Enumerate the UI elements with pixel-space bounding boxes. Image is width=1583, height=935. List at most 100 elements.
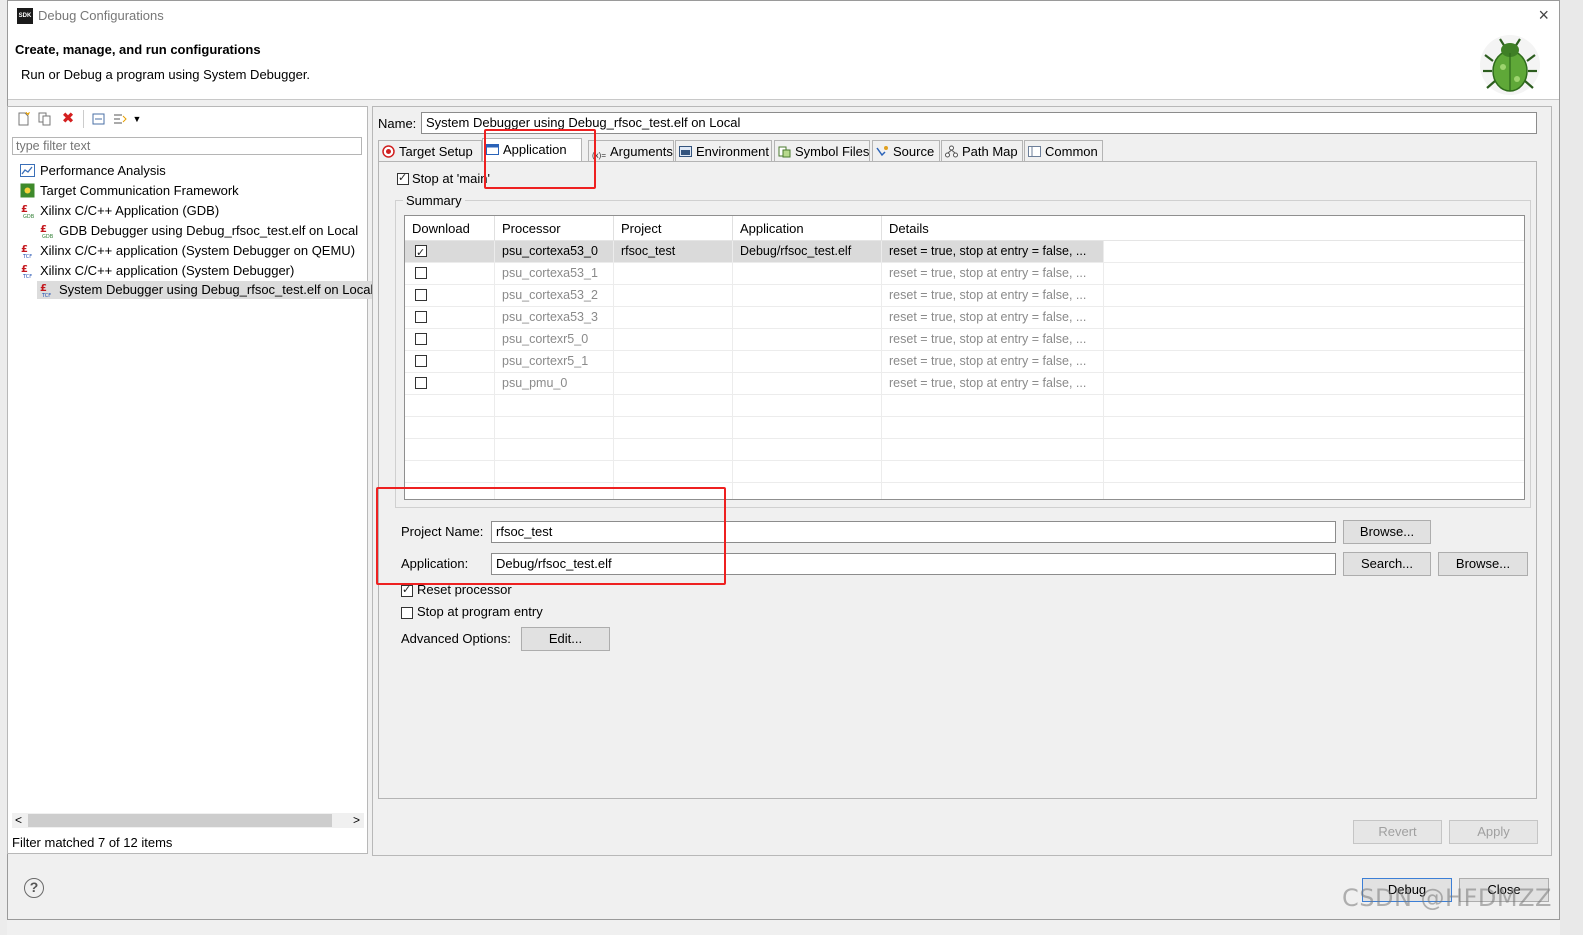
processor-cell: psu_cortexr5_0 — [495, 329, 614, 350]
empty-cell — [405, 461, 495, 482]
toolbar-separator — [83, 110, 84, 128]
background-strip-left — [0, 0, 7, 935]
tree-item-xilinx-qemu[interactable]: £ TCF Xilinx C/C++ application (System Deb… — [20, 242, 355, 260]
details-cell: reset = true, stop at entry = false, ... — [882, 263, 1104, 284]
download-cell — [405, 307, 495, 328]
header-description: Run or Debug a program using System Debu… — [21, 67, 311, 82]
tab-target-setup[interactable]: Target Setup — [378, 140, 482, 161]
filter-dropdown-icon[interactable]: ▼ — [130, 112, 144, 126]
tree-item-performance-analysis[interactable]: Performance Analysis — [20, 162, 166, 180]
table-row[interactable]: psu_cortexa53_2 reset = true, stop at ent… — [405, 285, 1524, 307]
highlight-application-tab — [484, 129, 596, 189]
table-row[interactable]: psu_cortexr5_0 reset = true, stop at entr… — [405, 329, 1524, 351]
filter-status: Filter matched 7 of 12 items — [12, 835, 173, 850]
edit-advanced-button[interactable]: Edit... — [521, 627, 610, 651]
download-checkbox[interactable] — [415, 243, 427, 262]
empty-cell — [495, 461, 614, 482]
table-row[interactable]: psu_cortexa53_3 reset = true, stop at ent… — [405, 307, 1524, 329]
filter-input[interactable] — [12, 137, 362, 155]
project-cell: rfsoc_test — [614, 241, 733, 262]
column-header-processor[interactable]: Processor — [495, 216, 614, 241]
browse-application-button[interactable]: Browse... — [1438, 552, 1528, 576]
collapse-all-icon[interactable] — [92, 112, 106, 126]
revert-button[interactable]: Revert — [1353, 820, 1442, 844]
tab-symbol-files[interactable]: Symbol Files — [774, 140, 870, 161]
stop-at-main-label: Stop at 'main' — [412, 171, 490, 186]
download-checkbox[interactable] — [415, 333, 427, 345]
highlight-project-application-fields — [376, 487, 726, 585]
tab-path-map[interactable]: Path Map — [941, 140, 1023, 161]
empty-cell — [405, 417, 495, 438]
svg-text:TCF: TCF — [22, 254, 32, 258]
search-application-button[interactable]: Search... — [1343, 552, 1431, 576]
download-checkbox[interactable] — [415, 355, 427, 367]
delete-configuration-icon[interactable]: ✖ — [61, 111, 75, 126]
tab-arguments[interactable]: (x)= Arguments — [588, 140, 674, 161]
table-row — [405, 395, 1524, 417]
download-cell — [405, 373, 495, 394]
tab-environment[interactable]: Environment — [675, 140, 772, 161]
tree-item-label: Xilinx C/C++ application (System Debugge… — [40, 263, 295, 278]
duplicate-configuration-icon[interactable] — [38, 112, 52, 126]
empty-cell — [882, 483, 1104, 499]
tree-item-gdb-debugger-local[interactable]: £ GDB GDB Debugger using Debug_rfsoc_test.… — [39, 222, 358, 240]
xilinx-gdb-icon: £ GDB — [20, 203, 35, 220]
background-strip-right — [1560, 0, 1583, 935]
project-cell — [614, 329, 733, 350]
download-checkbox[interactable] — [415, 311, 427, 323]
table-row[interactable]: psu_cortexa53_0rfsoc_testDebug/rfsoc_tes… — [405, 241, 1524, 263]
empty-cell — [495, 417, 614, 438]
empty-cell — [614, 461, 733, 482]
scrollbar-thumb[interactable] — [28, 814, 332, 827]
details-cell: reset = true, stop at entry = false, ... — [882, 351, 1104, 372]
title-bar: SDK Debug Configurations × — [8, 1, 1559, 31]
stop-at-main-checkbox[interactable] — [397, 171, 409, 185]
download-checkbox[interactable] — [415, 289, 427, 301]
column-header-details[interactable]: Details — [882, 216, 1524, 241]
tab-common[interactable]: Common — [1024, 140, 1103, 161]
column-header-project[interactable]: Project — [614, 216, 733, 241]
table-row[interactable]: psu_cortexr5_1 reset = true, stop at entr… — [405, 351, 1524, 373]
empty-cell — [495, 439, 614, 460]
column-header-download[interactable]: Download — [405, 216, 495, 241]
processor-cell: psu_cortexa53_1 — [495, 263, 614, 284]
svg-text:TCF: TCF — [41, 293, 51, 297]
reset-processor-checkbox[interactable] — [401, 583, 413, 597]
tree-item-xilinx-system-debugger[interactable]: £ TCF Xilinx C/C++ application (System Deb… — [20, 262, 294, 280]
download-checkbox[interactable] — [415, 377, 427, 389]
environment-icon — [679, 143, 692, 157]
details-cell: reset = true, stop at entry = false, ... — [882, 307, 1104, 328]
tab-source[interactable]: Source — [872, 140, 940, 161]
name-label: Name: — [378, 116, 417, 131]
application-cell — [733, 285, 882, 306]
empty-cell — [882, 417, 1104, 438]
scroll-left-arrow[interactable]: < — [15, 813, 22, 827]
tree-item-system-debugger-local[interactable]: £ TCF System Debugger using Debug_rfsoc_te… — [37, 281, 373, 299]
tree-item-xilinx-gdb[interactable]: £ GDB Xilinx C/C++ Application (GDB) — [20, 202, 219, 220]
common-icon — [1028, 143, 1041, 157]
tree-item-target-communication-framework[interactable]: Target Communication Framework — [20, 182, 239, 200]
download-checkbox[interactable] — [415, 267, 427, 279]
filter-configurations-icon[interactable] — [113, 112, 127, 126]
column-header-application[interactable]: Application — [733, 216, 882, 241]
table-row[interactable]: psu_cortexa53_1 reset = true, stop at ent… — [405, 263, 1524, 285]
help-icon[interactable]: ? — [24, 878, 44, 898]
details-cell: reset = true, stop at entry = false, ... — [882, 373, 1104, 394]
close-window-icon[interactable]: × — [1538, 5, 1549, 26]
stop-at-entry-checkbox[interactable] — [401, 607, 413, 619]
empty-cell — [614, 417, 733, 438]
summary-label: Summary — [403, 193, 465, 208]
new-configuration-icon[interactable] — [16, 111, 31, 126]
tcf-icon — [20, 183, 35, 198]
horizontal-scrollbar[interactable]: < > — [12, 813, 364, 828]
download-cell — [405, 329, 495, 350]
browse-project-button[interactable]: Browse... — [1343, 520, 1431, 544]
table-row[interactable]: psu_pmu_0 reset = true, stop at entry = f… — [405, 373, 1524, 395]
source-icon — [876, 143, 889, 157]
empty-cell — [882, 395, 1104, 416]
scroll-right-arrow[interactable]: > — [353, 813, 360, 827]
project-cell — [614, 373, 733, 394]
tree-item-label: Xilinx C/C++ Application (GDB) — [40, 203, 220, 218]
apply-button[interactable]: Apply — [1449, 820, 1538, 844]
svg-text:GDB: GDB — [42, 234, 54, 238]
